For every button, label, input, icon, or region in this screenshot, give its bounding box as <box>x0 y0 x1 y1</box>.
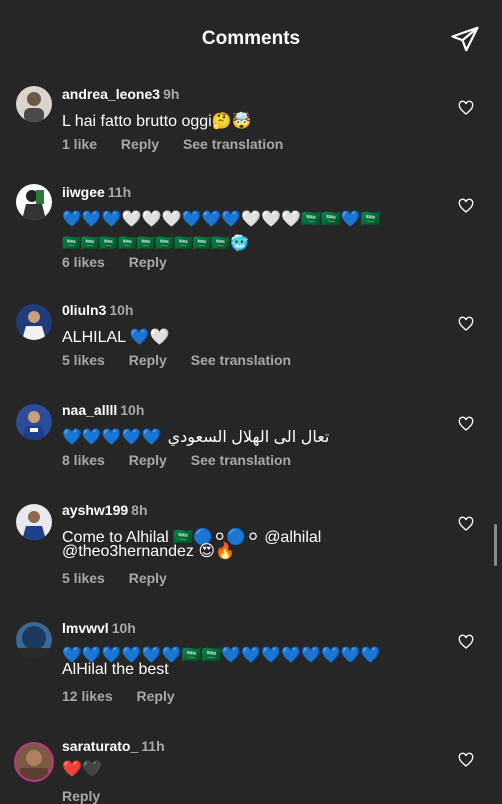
like-count[interactable]: 6 likes <box>62 254 105 270</box>
comment-header: andrea_leone3 9h <box>62 86 179 102</box>
comment-item: andrea_leone3 9h L hai fatto brutto oggi🤔… <box>0 86 502 166</box>
like-count[interactable]: 5 likes <box>62 570 105 586</box>
username[interactable]: andrea_leone3 <box>62 86 160 102</box>
see-translation-button[interactable]: See translation <box>191 452 291 468</box>
comment-header: naa_allll 10h <box>62 402 144 418</box>
see-translation-button[interactable]: See translation <box>191 352 291 368</box>
reply-button[interactable]: Reply <box>121 136 159 152</box>
page-title: Comments <box>201 28 301 49</box>
comment-text: 💙💙💙🤍🤍🤍💙💙💙🤍🤍🤍🇸🇦🇸🇦💙🇸🇦 <box>62 211 381 228</box>
comment-actions: 12 likes Reply <box>62 688 195 704</box>
like-count[interactable]: 12 likes <box>62 688 113 704</box>
avatar[interactable] <box>16 184 52 220</box>
comment-text: ❤️🖤 <box>62 761 102 778</box>
timestamp: 10h <box>111 620 136 636</box>
comment-actions: 5 likes Reply See translation <box>62 352 311 368</box>
timestamp: 9h <box>163 86 180 102</box>
comment-actions: 6 likes Reply <box>62 254 187 270</box>
timestamp: 8h <box>131 502 148 518</box>
paper-plane-icon[interactable] <box>450 24 480 54</box>
timestamp: 11h <box>107 184 132 200</box>
heart-outline-icon[interactable] <box>458 516 474 532</box>
username[interactable]: lmvwvl <box>62 620 109 636</box>
reply-button[interactable]: Reply <box>129 352 167 368</box>
comment-item: naa_allll 10h 💙💙💙💙💙 تعال الى الهلال السعود… <box>0 402 502 482</box>
avatar[interactable] <box>16 404 52 440</box>
comment-actions: Reply <box>62 788 120 804</box>
username[interactable]: saraturato_ <box>62 738 138 754</box>
username[interactable]: 0liuln3 <box>62 302 106 318</box>
comment-emoji: 💙💙💙💙💙 <box>62 429 162 446</box>
username[interactable]: naa_allll <box>62 402 117 418</box>
comment-text: @theo3hernandez 😍🔥 <box>62 543 235 560</box>
comment-arabic-text: تعال الى الهلال السعودي <box>167 429 330 446</box>
like-count[interactable]: 1 like <box>62 136 97 152</box>
comment-text: ALHILAL 💙🤍 <box>62 329 170 346</box>
reply-button[interactable]: Reply <box>129 254 167 270</box>
heart-outline-icon[interactable] <box>458 316 474 332</box>
avatar[interactable] <box>16 504 52 540</box>
comment-header: iiwgee 11h <box>62 184 131 200</box>
comment-header: 0liuln3 10h <box>62 302 133 318</box>
reply-button[interactable]: Reply <box>62 788 100 804</box>
heart-outline-icon[interactable] <box>458 752 474 768</box>
comment-item: ayshw199 8h Come to Alhilal 🇸🇦🔵⚪🔵⚪ @alhil… <box>0 502 502 602</box>
comment-text: AlHilal the best <box>62 661 169 678</box>
comment-item: 0liuln3 10h ALHILAL 💙🤍 5 likes Reply See … <box>0 302 502 382</box>
comment-header: saraturato_ 11h <box>62 738 165 754</box>
avatar[interactable] <box>16 744 52 780</box>
comment-item: lmvwvl 10h 💙💙💙💙💙💙🇸🇦🇸🇦💙💙💙💙💙💙💙💙 AlHilal the… <box>0 620 502 720</box>
reply-button[interactable]: Reply <box>129 452 167 468</box>
comments-header: Comments <box>0 0 502 78</box>
reply-button[interactable]: Reply <box>129 570 167 586</box>
heart-outline-icon[interactable] <box>458 198 474 214</box>
comment-text: 🇸🇦🇸🇦🇸🇦🇸🇦🇸🇦🇸🇦🇸🇦🇸🇦🇸🇦🥶 <box>62 235 249 252</box>
reply-button[interactable]: Reply <box>137 688 175 704</box>
comment-actions: 8 likes Reply See translation <box>62 452 311 468</box>
scrollbar[interactable] <box>494 524 497 566</box>
comment-item: iiwgee 11h 💙💙💙🤍🤍🤍💙💙💙🤍🤍🤍🇸🇦🇸🇦💙🇸🇦 🇸🇦🇸🇦🇸🇦🇸🇦🇸🇦… <box>0 184 502 284</box>
comment-header: lmvwvl 10h <box>62 620 136 636</box>
avatar[interactable] <box>16 304 52 340</box>
avatar[interactable] <box>16 622 52 658</box>
timestamp: 10h <box>120 402 145 418</box>
username[interactable]: ayshw199 <box>62 502 128 518</box>
heart-outline-icon[interactable] <box>458 416 474 432</box>
username[interactable]: iiwgee <box>62 184 105 200</box>
comment-text: 💙💙💙💙💙 تعال الى الهلال السعودي <box>62 426 329 450</box>
timestamp: 10h <box>109 302 134 318</box>
like-count[interactable]: 8 likes <box>62 452 105 468</box>
like-count[interactable]: 5 likes <box>62 352 105 368</box>
comment-actions: 5 likes Reply <box>62 570 187 586</box>
comment-header: ayshw199 8h <box>62 502 148 518</box>
avatar[interactable] <box>16 86 52 122</box>
comment-actions: 1 like Reply See translation <box>62 136 303 152</box>
comment-text: L hai fatto brutto oggi🤔🤯 <box>62 113 252 130</box>
comment-item: saraturato_ 11h ❤️🖤 Reply <box>0 738 502 804</box>
timestamp: 11h <box>141 738 165 754</box>
heart-outline-icon[interactable] <box>458 634 474 650</box>
heart-outline-icon[interactable] <box>458 100 474 116</box>
see-translation-button[interactable]: See translation <box>183 136 283 152</box>
